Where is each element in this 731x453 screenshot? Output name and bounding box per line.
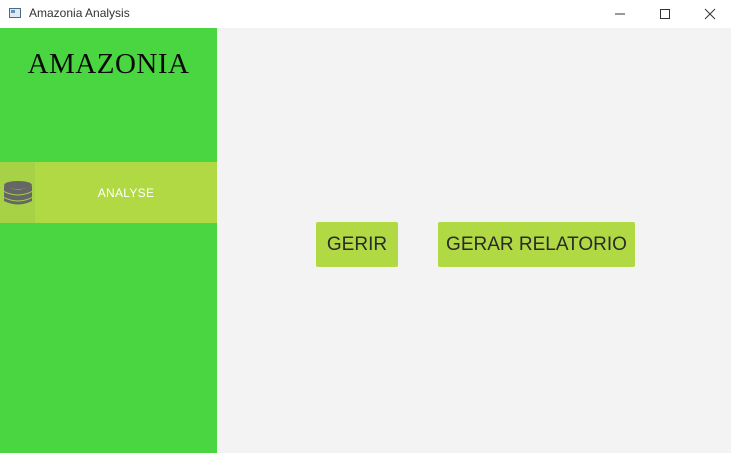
close-icon <box>704 8 716 20</box>
maximize-button[interactable] <box>642 0 688 28</box>
sidebar-item-icon-cell <box>0 162 35 223</box>
sidebar-item-label: ANALYSE <box>97 185 155 200</box>
brand-title: AMAZONIA <box>27 48 190 80</box>
app-window-icon <box>9 8 21 18</box>
sidebar-item-analyse[interactable]: ANALYSE <box>0 162 217 223</box>
window-title: Amazonia Analysis <box>29 6 130 20</box>
gerir-button[interactable]: GERIR <box>316 222 398 267</box>
gerar-relatorio-button[interactable]: GERAR RELATORIO <box>438 222 635 267</box>
title-bar: Amazonia Analysis <box>0 0 731 28</box>
main-panel: GERIR GERAR RELATORIO <box>217 28 731 453</box>
minimize-icon <box>615 13 625 15</box>
database-icon <box>3 180 32 204</box>
close-button[interactable] <box>687 0 731 28</box>
maximize-icon <box>660 9 670 19</box>
sidebar: AMAZONIA ANALYSE <box>0 28 217 453</box>
minimize-button[interactable] <box>597 0 643 28</box>
